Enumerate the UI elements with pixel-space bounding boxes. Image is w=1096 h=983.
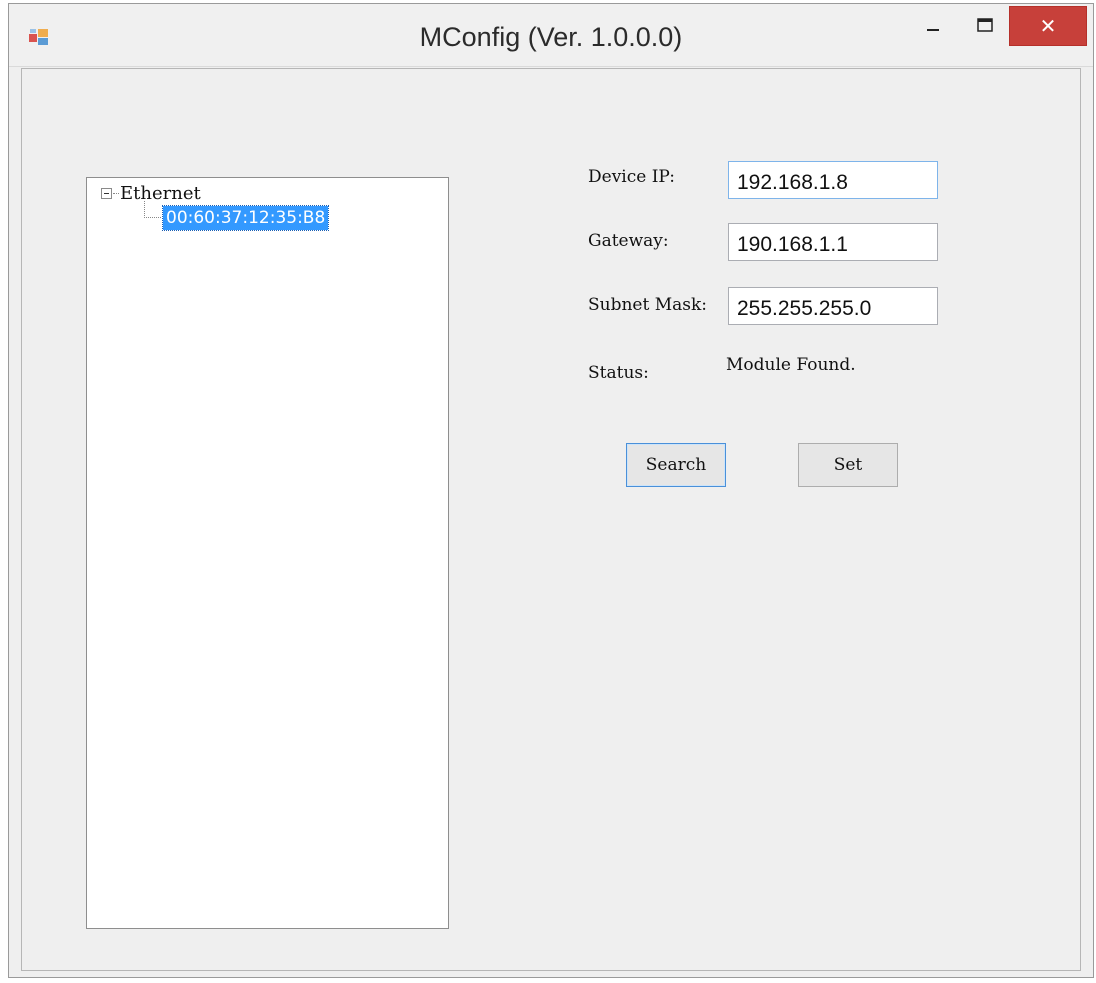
collapse-icon[interactable] bbox=[101, 187, 112, 199]
device-ip-label: Device IP: bbox=[588, 167, 675, 187]
maximize-button[interactable] bbox=[961, 4, 1009, 46]
gateway-field[interactable] bbox=[728, 223, 938, 261]
client-area: Ethernet 00:60:37:12:35:B8 Device IP: Ga… bbox=[21, 68, 1081, 971]
minimize-icon bbox=[927, 29, 939, 31]
status-value: Module Found. bbox=[726, 355, 856, 375]
app-window: MConfig (Ver. 1.0.0.0) ✕ Ethernet 00:60:… bbox=[8, 3, 1094, 978]
tree-node-device-mac[interactable]: 00:60:37:12:35:B8 bbox=[161, 205, 330, 231]
subnet-mask-field[interactable] bbox=[728, 287, 938, 325]
subnet-mask-label: Subnet Mask: bbox=[588, 295, 708, 315]
maximize-icon bbox=[977, 18, 993, 32]
device-ip-field[interactable] bbox=[728, 161, 938, 199]
tree-connector-lines bbox=[144, 201, 161, 218]
gateway-label: Gateway: bbox=[588, 231, 669, 251]
tree-connector-horizontal bbox=[113, 192, 119, 194]
close-button[interactable]: ✕ bbox=[1009, 6, 1087, 46]
status-label: Status: bbox=[588, 363, 649, 383]
search-button[interactable]: Search bbox=[626, 443, 726, 487]
set-button[interactable]: Set bbox=[798, 443, 898, 487]
minimize-button[interactable] bbox=[909, 4, 957, 46]
close-icon: ✕ bbox=[1039, 14, 1057, 38]
device-tree[interactable]: Ethernet 00:60:37:12:35:B8 bbox=[86, 177, 449, 929]
title-bar[interactable]: MConfig (Ver. 1.0.0.0) ✕ bbox=[9, 4, 1093, 67]
